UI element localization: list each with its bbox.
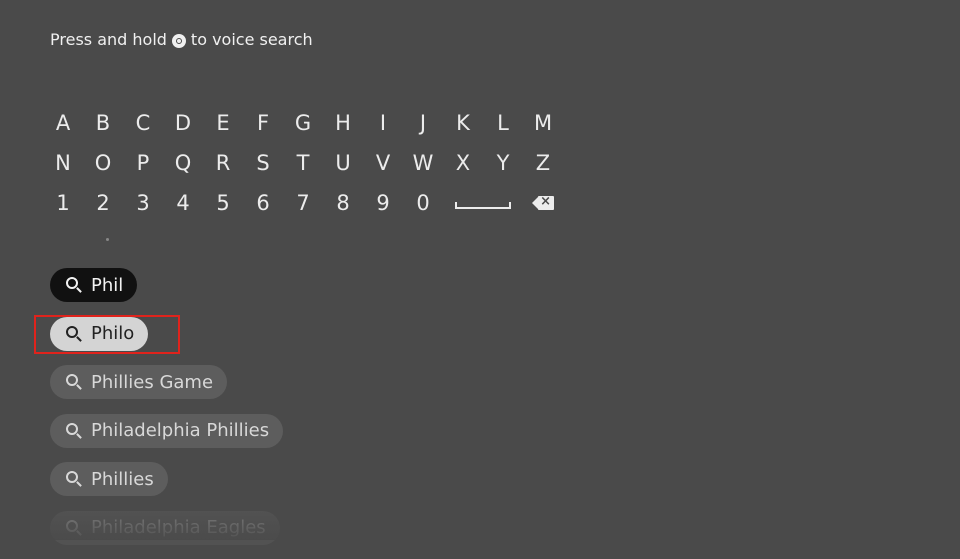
search-query-text: Phil	[91, 274, 124, 296]
key-n[interactable]: N	[43, 143, 83, 183]
search-suggestions-list: Phil Philo Phillies Game Philadelphia Ph…	[50, 268, 284, 559]
backspace-key[interactable]: ×	[523, 183, 563, 223]
search-icon	[66, 374, 78, 386]
key-5[interactable]: 5	[203, 183, 243, 223]
key-e[interactable]: E	[203, 103, 243, 143]
key-s[interactable]: S	[243, 143, 283, 183]
keyboard-row-letters-1: A B C D E F G H I J K L M	[43, 103, 563, 143]
key-y[interactable]: Y	[483, 143, 523, 183]
search-icon	[66, 519, 78, 532]
suggestion-label: Philadelphia Phillies	[91, 420, 270, 441]
key-1[interactable]: 1	[43, 183, 83, 223]
focus-indicator-dot	[106, 238, 109, 241]
keyboard-row-letters-2: N O P Q R S T U V W X Y Z	[43, 143, 563, 183]
highlight-annotation-box	[34, 315, 180, 354]
key-p[interactable]: P	[123, 143, 163, 183]
key-3[interactable]: 3	[123, 183, 163, 223]
key-j[interactable]: J	[403, 103, 443, 143]
key-o[interactable]: O	[83, 143, 123, 183]
space-icon	[455, 201, 511, 209]
voice-search-hint: Press and hold to voice search	[50, 30, 313, 49]
key-h[interactable]: H	[323, 103, 363, 143]
key-2[interactable]: 2	[83, 183, 123, 223]
suggestion-item-phillies[interactable]: Phillies	[50, 462, 168, 496]
key-9[interactable]: 9	[363, 183, 403, 223]
hint-text-before: Press and hold	[50, 30, 167, 49]
key-b[interactable]: B	[83, 103, 123, 143]
key-f[interactable]: F	[243, 103, 283, 143]
suggestion-label: Philadelphia Eagles	[91, 517, 266, 538]
key-x[interactable]: X	[443, 143, 483, 183]
suggestion-item-philadelphia-eagles[interactable]: Philadelphia Eagles	[50, 510, 280, 545]
key-d[interactable]: D	[163, 103, 203, 143]
key-t[interactable]: T	[283, 143, 323, 183]
key-u[interactable]: U	[323, 143, 363, 183]
key-a[interactable]: A	[43, 103, 83, 143]
key-4[interactable]: 4	[163, 183, 203, 223]
microphone-button-icon	[171, 33, 186, 48]
space-key[interactable]	[443, 183, 523, 223]
key-7[interactable]: 7	[283, 183, 323, 223]
key-v[interactable]: V	[363, 143, 403, 183]
search-icon	[66, 471, 78, 483]
suggestion-label: Phillies	[91, 468, 154, 490]
key-0[interactable]: 0	[403, 183, 443, 223]
search-icon	[66, 277, 78, 289]
key-l[interactable]: L	[483, 103, 523, 143]
keyboard-row-digits: 1 2 3 4 5 6 7 8 9 0 ×	[43, 183, 563, 223]
search-icon	[66, 422, 78, 435]
key-i[interactable]: I	[363, 103, 403, 143]
search-query-chip[interactable]: Phil	[50, 268, 138, 302]
key-q[interactable]: Q	[163, 143, 203, 183]
key-z[interactable]: Z	[523, 143, 563, 183]
suggestion-item-phillies-game[interactable]: Phillies Game	[50, 365, 228, 399]
key-w[interactable]: W	[403, 143, 443, 183]
backspace-icon: ×	[532, 194, 554, 210]
suggestion-label: Phillies Game	[91, 371, 214, 393]
key-m[interactable]: M	[523, 103, 563, 143]
key-8[interactable]: 8	[323, 183, 363, 223]
suggestion-item-philadelphia-phillies[interactable]: Philadelphia Phillies	[50, 413, 284, 448]
key-k[interactable]: K	[443, 103, 483, 143]
key-g[interactable]: G	[283, 103, 323, 143]
key-r[interactable]: R	[203, 143, 243, 183]
hint-text-after: to voice search	[190, 30, 313, 49]
key-c[interactable]: C	[123, 103, 163, 143]
key-6[interactable]: 6	[243, 183, 283, 223]
on-screen-keyboard: A B C D E F G H I J K L M N O P Q R S T …	[43, 103, 563, 223]
